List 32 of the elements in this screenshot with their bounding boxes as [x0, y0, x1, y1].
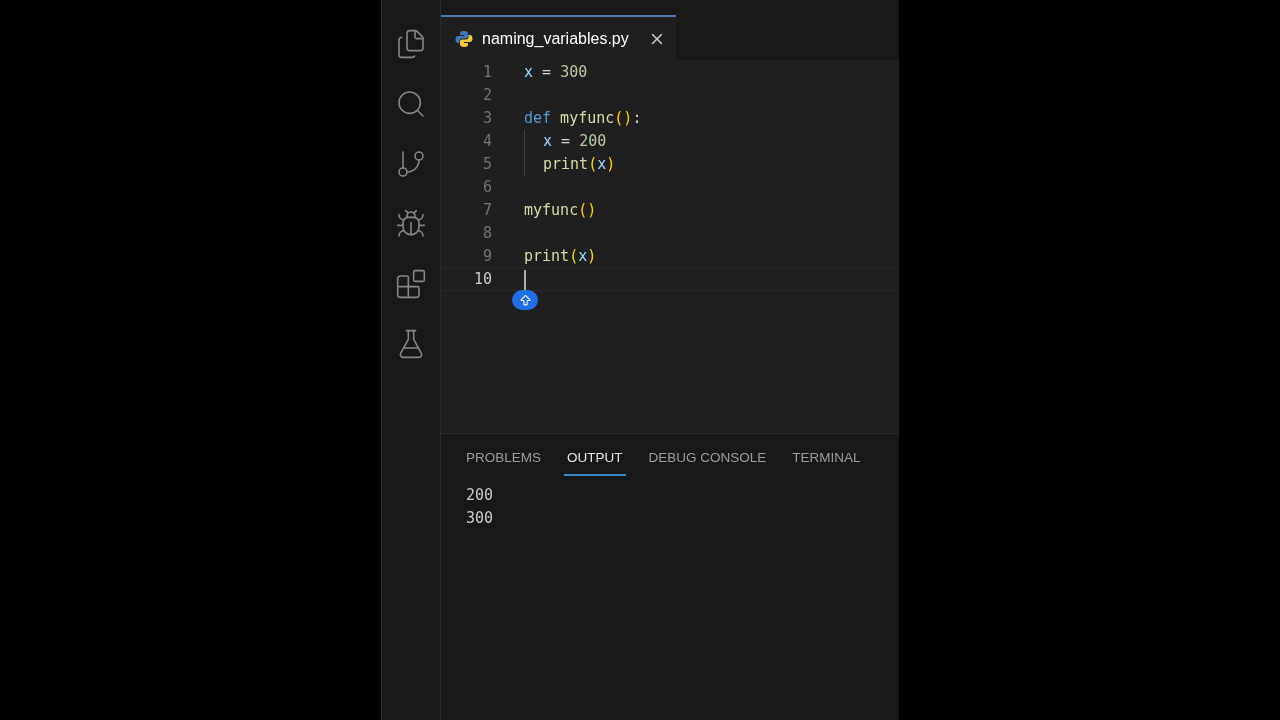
line-number: 2	[481, 85, 492, 107]
code-line: def myfunc():	[524, 108, 642, 130]
panel-tab[interactable]: DEBUG CONSOLE	[645, 448, 770, 477]
code-line: print(x)	[543, 154, 616, 176]
tab-label: naming_variables.py	[482, 28, 629, 49]
files-icon[interactable]	[395, 28, 427, 60]
text-cursor	[524, 269, 526, 290]
code-line: x = 300	[524, 62, 588, 84]
panel-tab[interactable]: OUTPUT	[564, 448, 626, 477]
line-number: 7	[481, 200, 492, 222]
line-number: 9	[481, 246, 492, 268]
line-number: 5	[481, 154, 492, 176]
output-line: 300	[466, 508, 495, 530]
line-number: 1	[481, 62, 492, 84]
panel-tab[interactable]: PROBLEMS	[463, 448, 545, 477]
code-line: print(x)	[524, 246, 597, 268]
code-line: x = 200	[543, 131, 607, 153]
line-number: 10	[472, 269, 492, 291]
output-line: 200	[466, 485, 495, 507]
branch-icon[interactable]	[395, 148, 427, 180]
line-number: 3	[481, 108, 492, 130]
blocks-icon[interactable]	[395, 268, 427, 300]
bug-icon[interactable]	[395, 208, 427, 240]
editor-tab[interactable]: naming_variables.py	[441, 15, 676, 60]
code-line: myfunc()	[524, 200, 597, 222]
line-number: 8	[481, 223, 492, 245]
line-number: 6	[481, 177, 492, 199]
panel-tab[interactable]: TERMINAL	[789, 448, 864, 477]
line-number: 4	[481, 131, 492, 153]
search-icon[interactable]	[395, 88, 427, 120]
shift-icon	[518, 293, 532, 307]
python-icon	[455, 29, 473, 48]
